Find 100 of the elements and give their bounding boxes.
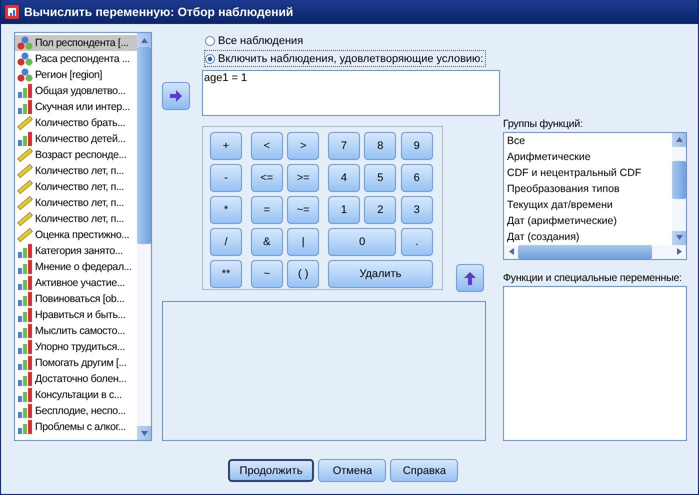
scrollbar[interactable] [672,132,686,245]
variable-item[interactable]: Упорно трудиться... [15,339,137,355]
scrollbar[interactable] [137,33,151,440]
function-group-item[interactable]: Дат (арифметические) [507,212,672,229]
function-groups-label: Группы функций: [503,118,583,132]
keypad-button[interactable]: ** [210,260,242,288]
function-group-item[interactable]: Дат (создания) [507,228,672,245]
keypad-button[interactable]: * [210,196,242,224]
dialog-button[interactable]: Отмена [318,459,386,482]
variable-item[interactable]: Мыслить самосто... [15,323,137,339]
variable-item[interactable]: Возраст респонде... [15,147,137,163]
keypad-button[interactable]: ~ [250,260,283,288]
variable-item[interactable]: Проблемы с алког... [15,419,137,435]
scroll-down-icon[interactable] [140,430,148,436]
bar-chart-icon [17,404,33,418]
variable-item[interactable]: Регион [region] [15,67,137,83]
function-group-item[interactable]: Арифметические [507,148,672,165]
keypad-button[interactable]: 5 [364,164,396,192]
ruler-icon [17,116,33,130]
bar-chart-icon [17,420,33,434]
insert-function-button[interactable] [456,264,484,292]
function-group-item[interactable]: Все [507,132,672,149]
keypad-button[interactable]: & [250,228,283,256]
variable-item[interactable]: Раса респондента ... [15,51,137,67]
bar-chart-icon [17,372,33,386]
arrow-icon [169,90,183,102]
ruler-icon [17,180,33,194]
keypad-button[interactable]: - [210,164,242,192]
function-list[interactable] [503,286,687,441]
function-group-item[interactable]: CDF и нецентральный CDF [507,164,672,181]
function-group-item[interactable]: Текущих дат/времени [507,196,672,213]
keypad-button[interactable]: 0 [328,228,396,256]
bar-chart-icon [17,292,33,306]
bar-chart-icon [17,132,33,146]
variable-item[interactable]: Мнение о федерал... [15,259,137,275]
variable-item[interactable]: Повиноваться [ob... [15,291,137,307]
horizontal-scrollbar[interactable] [504,244,686,259]
variable-item[interactable]: Оценка престижно... [15,227,137,243]
ruler-icon [17,228,33,242]
keypad-button[interactable]: 9 [400,132,433,160]
variable-item[interactable]: Активное участие... [15,275,137,291]
scroll-left-icon[interactable] [508,248,514,256]
keypad-button[interactable]: 8 [364,132,396,160]
keypad-button[interactable]: 2 [364,196,396,224]
bar-chart-icon [17,84,33,98]
variable-item[interactable]: Помогать другим [... [15,355,137,371]
bar-chart-icon [17,324,33,338]
keypad-button[interactable]: / [210,228,242,256]
scroll-up-icon[interactable] [140,38,148,42]
keypad-button[interactable]: >= [287,164,320,192]
dialog-button[interactable]: Справка [390,459,458,482]
circles-icon [17,52,33,66]
keypad-button[interactable]: 3 [400,196,433,224]
dialog-button[interactable]: Продолжить [228,459,314,482]
keypad-button[interactable]: ( ) [287,260,320,288]
circles-icon [17,68,33,82]
variable-item[interactable]: Скучная или интер... [15,99,137,115]
variable-item[interactable]: Количество лет, п... [15,179,137,195]
radio-option[interactable]: Включить наблюдения, удовлетворяющие условию: [204,50,486,67]
variable-item[interactable]: Количество детей... [15,131,137,147]
expression-field[interactable]: age1 = 1 [202,70,500,116]
scroll-down-icon[interactable] [676,235,682,240]
variable-item[interactable]: Консультации в с... [15,387,137,403]
scroll-up-icon[interactable] [676,137,682,142]
functions-label: Функции и специальные переменные: [503,272,682,286]
keypad-button[interactable]: 6 [400,164,433,192]
variable-item[interactable]: Количество лет, п... [15,195,137,211]
bar-chart-icon [17,260,33,274]
keypad-button[interactable]: Удалить [328,260,433,288]
variable-list[interactable] [14,32,152,441]
ruler-icon [17,212,33,226]
function-group-item[interactable]: Преобразования типов [507,180,672,197]
radio-option[interactable]: Все наблюдения [204,32,306,49]
keypad-button[interactable]: 7 [328,132,360,160]
keypad-button[interactable]: ~= [287,196,320,224]
variable-item[interactable]: Общая удовлетво... [15,83,137,99]
keypad-button[interactable]: < [250,132,283,160]
keypad-button[interactable]: > [287,132,320,160]
keypad-button[interactable]: <= [250,164,283,192]
keypad-button[interactable]: 4 [328,164,360,192]
variable-item[interactable]: Количество лет, п... [15,163,137,179]
move-button[interactable] [162,82,190,110]
variable-item[interactable]: Бесплодие, неспо... [15,403,137,419]
bar-chart-icon [17,100,33,114]
keypad-button[interactable]: = [250,196,283,224]
variable-item[interactable]: Достаточно болен... [15,371,137,387]
keypad-button[interactable]: + [210,132,242,160]
variable-item[interactable]: Пол респондента [... [15,35,137,51]
variable-item[interactable]: Нравиться и быть... [15,307,137,323]
keypad-button[interactable]: . [400,228,433,256]
scroll-right-icon[interactable] [676,248,682,256]
bar-chart-icon [17,388,33,402]
variable-item[interactable]: Категория занято... [15,243,137,259]
app-icon [4,4,20,20]
function-group-list[interactable]: Все Арифметические CDF и нецентральный CDF Преобразования типов Текущих дат/времени Дат (арифметические) Дат (создания) [503,132,687,260]
keypad-button[interactable]: 1 [328,196,360,224]
variable-item[interactable]: Количество лет, п... [15,211,137,227]
keypad-button[interactable]: | [287,228,320,256]
variable-item[interactable]: Количество брать... [15,115,137,131]
ruler-icon [17,148,33,162]
